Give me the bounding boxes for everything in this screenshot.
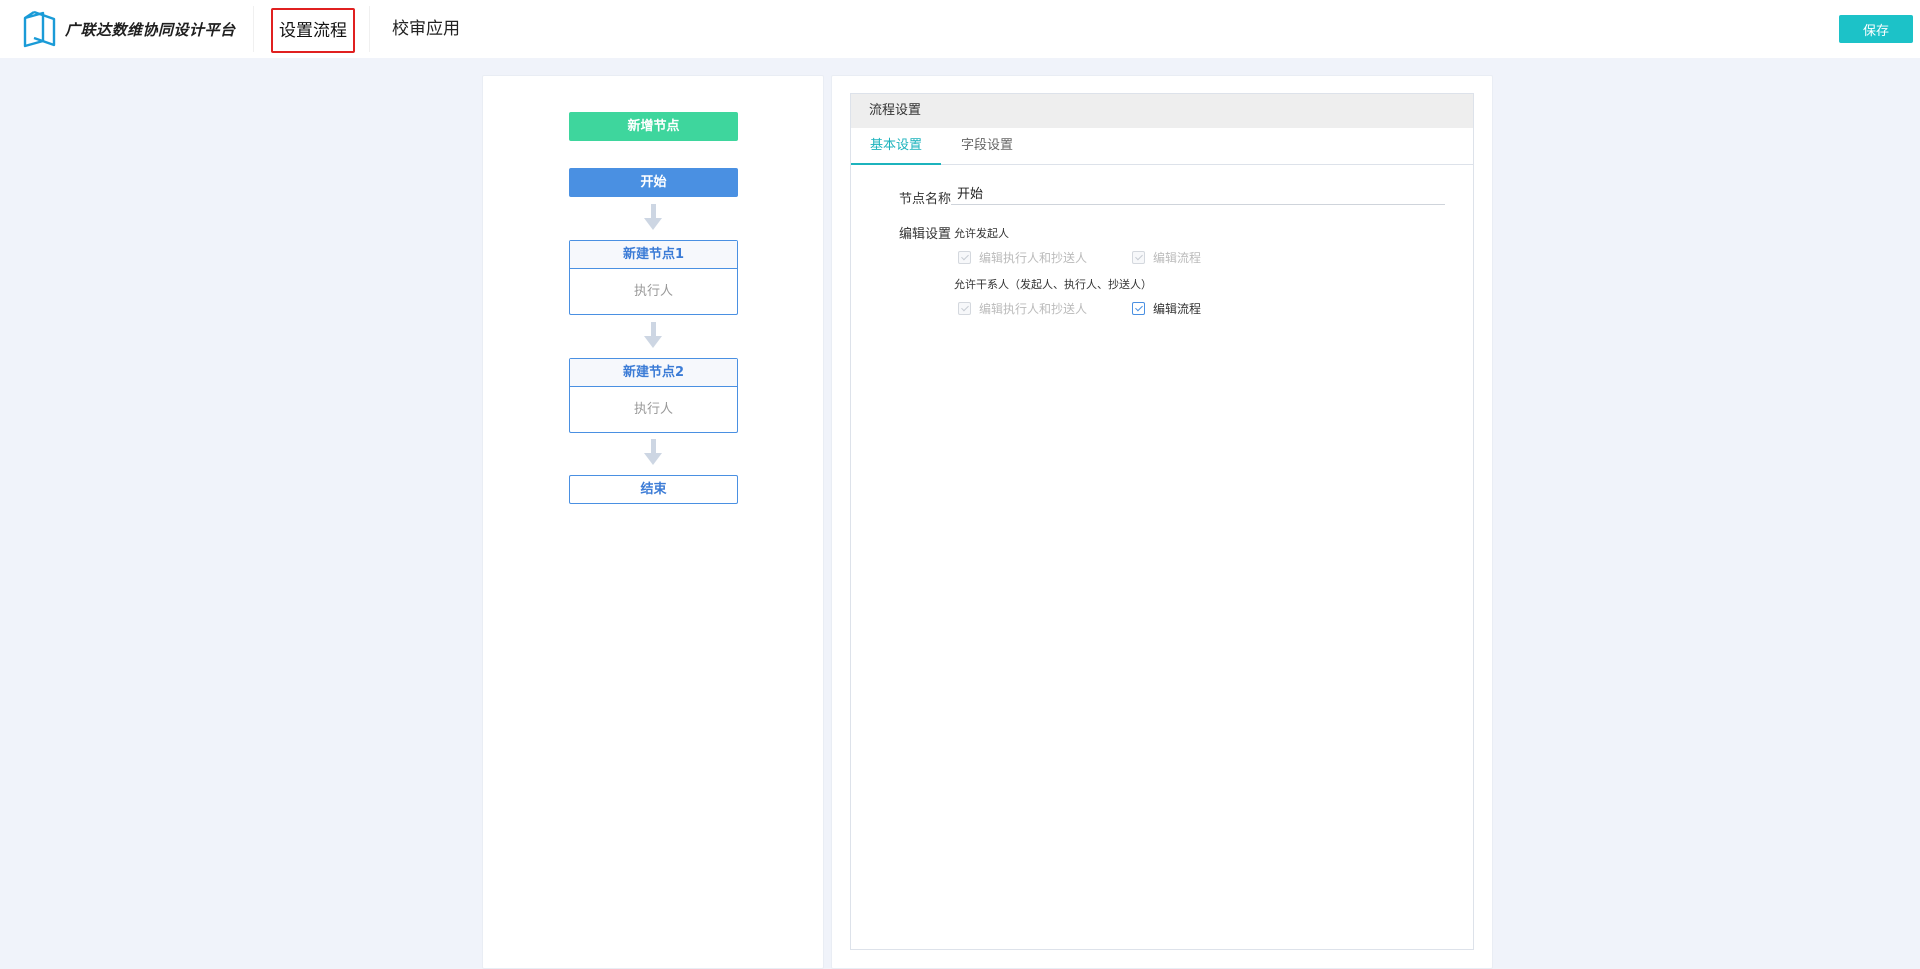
flow-panel: 新增节点 开始 新建节点1 执行人 新建节点2 执行人 结束 bbox=[482, 75, 824, 969]
flow-node-2[interactable]: 新建节点2 执行人 bbox=[569, 358, 738, 433]
stakeholder-edit-assignees-checkbox[interactable]: 编辑执行人和抄送人 bbox=[958, 300, 1087, 317]
checkbox-checked-icon bbox=[958, 302, 971, 315]
tab-field-settings[interactable]: 字段设置 bbox=[959, 128, 1015, 165]
initiator-edit-assignees-checkbox[interactable]: 编辑执行人和抄送人 bbox=[958, 249, 1087, 266]
tab-basic-settings[interactable]: 基本设置 bbox=[851, 128, 941, 165]
flow-node-title: 新建节点1 bbox=[570, 241, 737, 269]
flow-node-start[interactable]: 开始 bbox=[569, 168, 738, 197]
settings-box: 流程设置 基本设置 字段设置 节点名称 编辑设置 允许发起人 编辑执行人和抄送人… bbox=[850, 93, 1474, 950]
settings-title: 流程设置 bbox=[851, 94, 1473, 128]
header-divider bbox=[369, 6, 370, 52]
flow-node-role: 执行人 bbox=[633, 284, 673, 299]
initiator-edit-flow-checkbox[interactable]: 编辑流程 bbox=[1132, 249, 1201, 266]
save-button[interactable]: 保存 bbox=[1839, 15, 1913, 43]
arrow-down-icon bbox=[644, 204, 663, 232]
initiator-permission-label: 允许发起人 bbox=[954, 227, 1009, 240]
flow-node-end[interactable]: 结束 bbox=[569, 475, 738, 504]
settings-panel: 流程设置 基本设置 字段设置 节点名称 编辑设置 允许发起人 编辑执行人和抄送人… bbox=[831, 75, 1493, 969]
node-name-label: 节点名称 bbox=[899, 192, 952, 207]
tab-review-application[interactable]: 校审应用 bbox=[386, 8, 466, 53]
flow-node-1[interactable]: 新建节点1 执行人 bbox=[569, 240, 738, 315]
brand[interactable]: 广联达数维协同设计平台 bbox=[23, 9, 236, 49]
flow-node-title: 新建节点2 bbox=[570, 359, 737, 387]
checkbox-checked-icon bbox=[958, 251, 971, 264]
cube-logo-icon bbox=[23, 10, 56, 48]
stakeholder-edit-flow-checkbox[interactable]: 编辑流程 bbox=[1132, 300, 1201, 317]
node-name-input[interactable] bbox=[951, 181, 1445, 205]
stakeholder-permission-label: 允许干系人（发起人、执行人、抄送人） bbox=[954, 278, 1152, 291]
arrow-down-icon bbox=[644, 439, 663, 467]
tab-setup-flow[interactable]: 设置流程 bbox=[271, 8, 355, 53]
checkbox-checked-icon bbox=[1132, 302, 1145, 315]
flow-node-role: 执行人 bbox=[633, 402, 673, 417]
checkbox-checked-icon bbox=[1132, 251, 1145, 264]
settings-tabs: 基本设置 字段设置 bbox=[851, 128, 1473, 165]
header-divider bbox=[253, 6, 254, 52]
add-node-button[interactable]: 新增节点 bbox=[569, 112, 738, 141]
edit-settings-label: 编辑设置 bbox=[899, 227, 952, 242]
brand-name: 广联达数维协同设计平台 bbox=[65, 20, 236, 39]
top-header: 广联达数维协同设计平台 设置流程 校审应用 保存 bbox=[0, 0, 1920, 58]
arrow-down-icon bbox=[644, 322, 663, 350]
